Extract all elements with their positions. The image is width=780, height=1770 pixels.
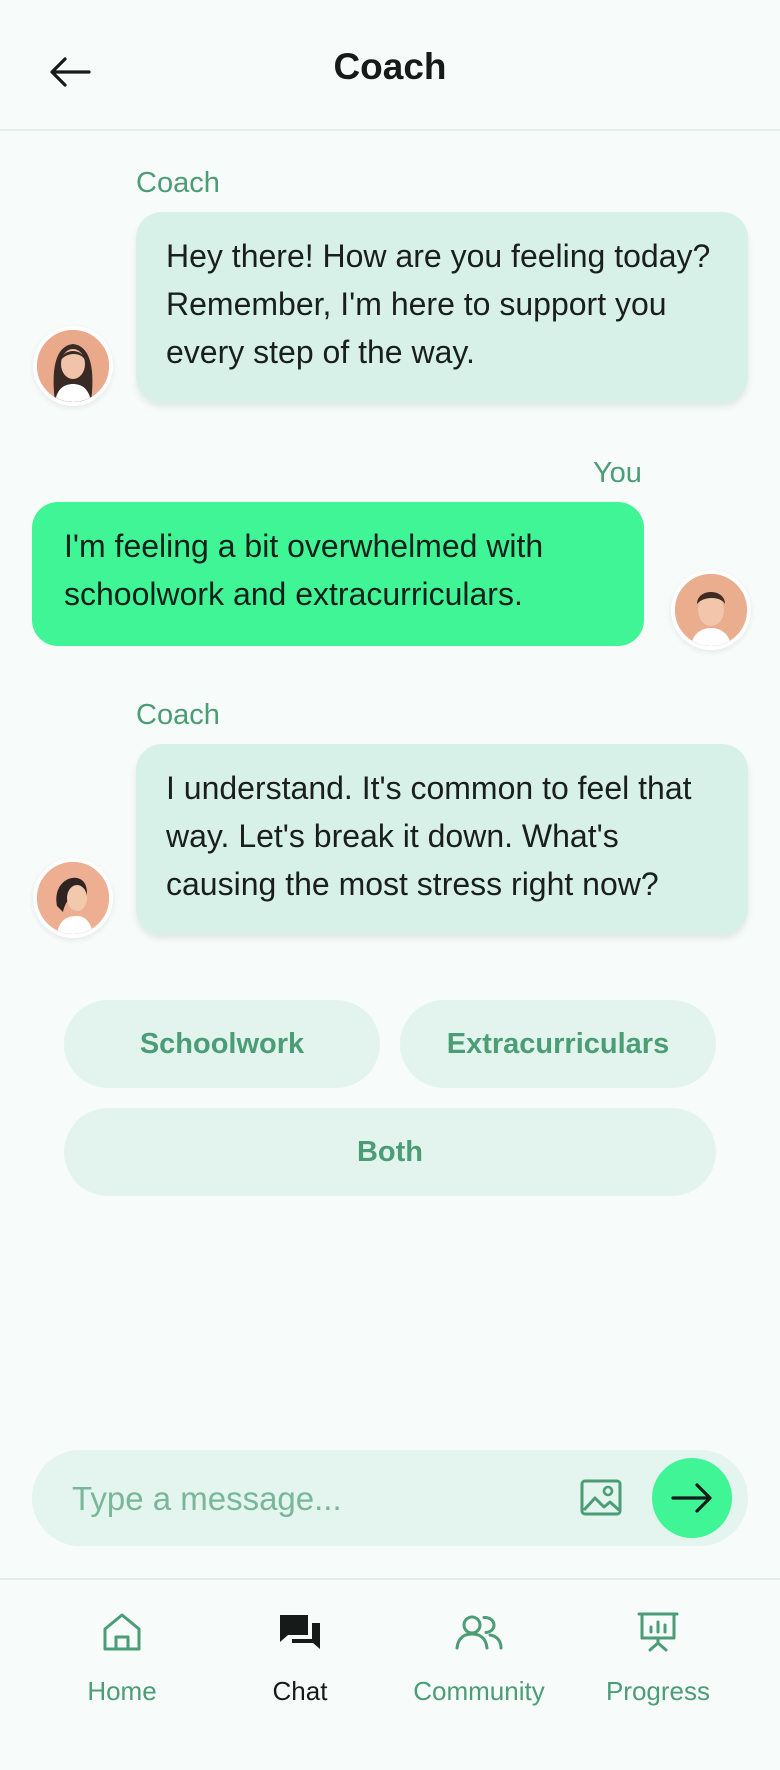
bottom-navigation: Home Chat Community Progress bbox=[0, 1578, 780, 1770]
user-portrait-icon bbox=[675, 574, 747, 646]
coach-avatar bbox=[33, 326, 113, 406]
progress-icon bbox=[637, 1612, 679, 1652]
user-avatar bbox=[671, 570, 751, 650]
quick-reply-extracurriculars[interactable]: Extracurriculars bbox=[400, 1000, 716, 1088]
coach-avatar bbox=[33, 858, 113, 938]
message-sender-label: Coach bbox=[136, 699, 220, 731]
nav-item-progress[interactable]: Progress bbox=[573, 1608, 743, 1718]
send-button[interactable] bbox=[652, 1458, 732, 1538]
nav-item-home[interactable]: Home bbox=[37, 1608, 207, 1718]
message-sender-label: You bbox=[593, 457, 642, 489]
message-composer bbox=[32, 1450, 748, 1546]
nav-label-progress: Progress bbox=[605, 1676, 711, 1706]
page-title: Coach bbox=[333, 46, 447, 87]
message-sender-label: Coach bbox=[136, 167, 220, 199]
image-icon bbox=[580, 1479, 622, 1516]
user-message-bubble: I'm feeling a bit overwhelmed with schoo… bbox=[32, 502, 644, 646]
quick-reply-schoolwork[interactable]: Schoolwork bbox=[64, 1000, 380, 1088]
nav-item-community[interactable]: Community bbox=[394, 1608, 564, 1718]
community-icon bbox=[455, 1615, 503, 1650]
quick-reply-both[interactable]: Both bbox=[64, 1108, 716, 1196]
nav-label-chat: Chat bbox=[272, 1676, 328, 1706]
message-input[interactable] bbox=[70, 1468, 574, 1530]
arrow-right-icon bbox=[671, 1483, 712, 1513]
coach-portrait-icon bbox=[37, 330, 109, 402]
chat-icon bbox=[280, 1615, 320, 1649]
nav-item-chat[interactable]: Chat bbox=[215, 1608, 385, 1718]
home-icon bbox=[103, 1613, 141, 1651]
attach-image-button[interactable] bbox=[580, 1478, 622, 1518]
top-bar: Coach bbox=[0, 0, 780, 131]
coach-message-bubble: Hey there! How are you feeling today? Re… bbox=[136, 212, 748, 402]
coach-message-bubble: I understand. It's common to feel that w… bbox=[136, 744, 748, 934]
coach-portrait-icon bbox=[37, 862, 109, 934]
nav-label-home: Home bbox=[87, 1676, 157, 1706]
nav-label-community: Community bbox=[413, 1676, 545, 1706]
